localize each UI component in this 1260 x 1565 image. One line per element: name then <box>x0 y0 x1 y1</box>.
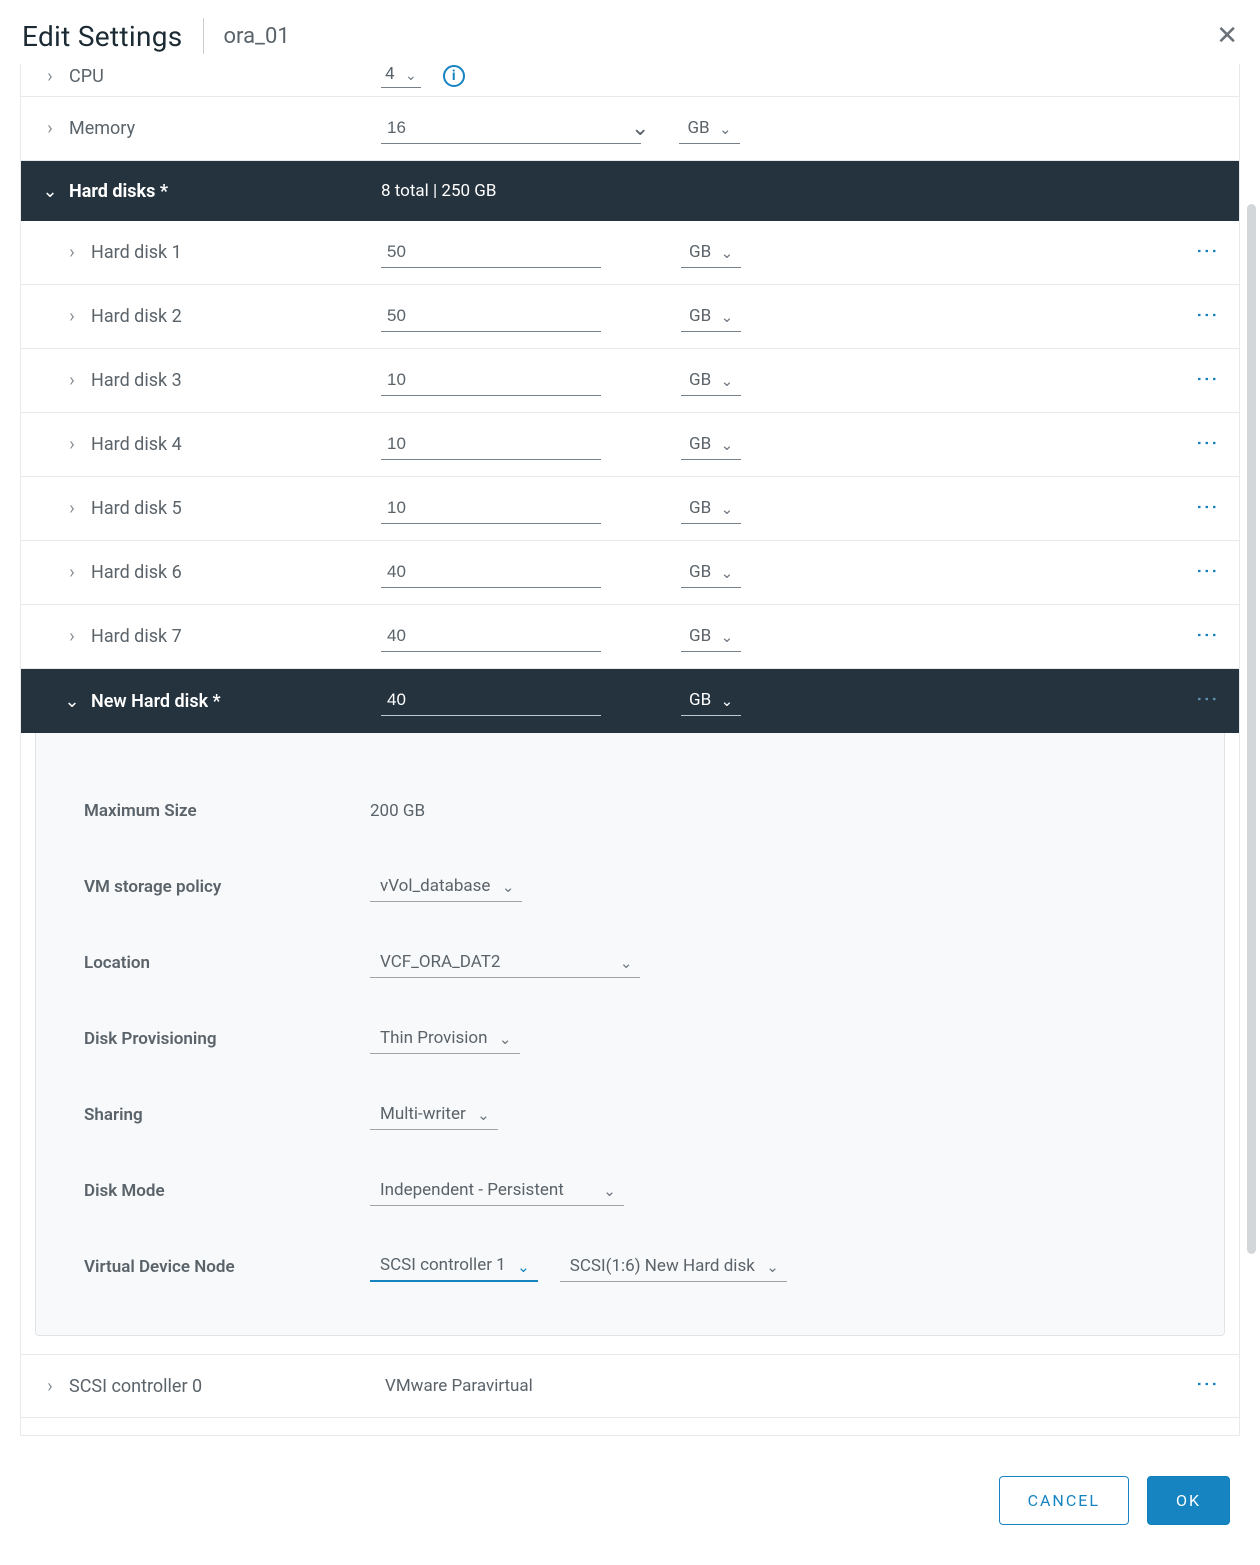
sharing-select[interactable]: Multi-writer <box>370 1101 498 1130</box>
max-size-label: Maximum Size <box>84 801 370 821</box>
chevron-right-icon[interactable]: › <box>63 242 81 263</box>
disk-label: Hard disk 7 <box>91 626 182 647</box>
disk-unit-select[interactable]: GB <box>681 238 741 268</box>
disk-size-input[interactable] <box>381 558 601 588</box>
kebab-icon[interactable]: ⋮ <box>1195 496 1217 518</box>
disk-label: Hard disk 3 <box>91 370 182 391</box>
disk-size-input[interactable] <box>381 238 601 268</box>
edit-settings-dialog: Edit Settings ora_01 ✕ › CPU 4 ⌄ i <box>0 0 1260 1565</box>
provisioning-select[interactable]: Thin Provision <box>370 1025 520 1054</box>
disk-unit-select[interactable]: GB <box>681 622 741 652</box>
scsi-label: SCSI controller 0 <box>69 1376 202 1397</box>
memory-input[interactable] <box>381 114 641 144</box>
chevron-right-icon[interactable]: › <box>41 1376 59 1397</box>
hard-disk-row: ›Hard disk 1 GB⌄ ⋮ <box>21 221 1239 285</box>
cpu-label: CPU <box>69 66 104 87</box>
chevron-right-icon[interactable]: › <box>41 66 59 87</box>
vm-name: ora_01 <box>224 24 290 49</box>
scsi-value: VMware Paravirtual <box>381 1376 533 1396</box>
kebab-icon[interactable]: ⋮ <box>1195 240 1217 262</box>
new-hard-disk-row[interactable]: ⌄New Hard disk * GB⌄ ⋮ <box>21 669 1239 733</box>
chevron-down-icon: ⌄ <box>63 691 81 712</box>
hard-disks-section-header[interactable]: ⌄ Hard disks * 8 total | 250 GB <box>21 161 1239 221</box>
disk-label: Hard disk 5 <box>91 498 182 519</box>
disk-size-input[interactable] <box>381 494 601 524</box>
vdn-controller-select[interactable]: SCSI controller 1 <box>370 1252 538 1282</box>
vdn-label: Virtual Device Node <box>84 1257 370 1277</box>
storage-policy-label: VM storage policy <box>84 877 370 897</box>
disk-size-input[interactable] <box>381 302 601 332</box>
chevron-down-icon: ⌄ <box>405 68 417 84</box>
disk-size-input[interactable] <box>381 366 601 396</box>
chevron-right-icon[interactable]: › <box>63 370 81 391</box>
kebab-icon[interactable]: ⋮ <box>1195 304 1217 326</box>
disk-label: Hard disk 6 <box>91 562 182 583</box>
kebab-icon[interactable]: ⋮ <box>1195 560 1217 582</box>
storage-policy-select[interactable]: vVol_database <box>370 873 522 902</box>
settings-content: › CPU 4 ⌄ i › Memory <box>20 64 1240 1436</box>
hard-disk-row: ›Hard disk 6 GB⌄ ⋮ <box>21 541 1239 605</box>
hard-disk-row: ›Hard disk 3 GB⌄ ⋮ <box>21 349 1239 413</box>
scsi-controller-row: ›SCSI controller 1 VMware Paravirtual ⋮ <box>21 1418 1239 1436</box>
disk-size-input[interactable] <box>381 430 601 460</box>
hard-disks-summary: 8 total | 250 GB <box>381 181 496 201</box>
disk-label: Hard disk 4 <box>91 434 182 455</box>
new-disk-detail-panel: Maximum Size 200 GB VM storage policy vV… <box>35 733 1225 1336</box>
vdn-slot-select[interactable]: SCSI(1:6) New Hard disk <box>560 1253 787 1282</box>
disk-label: Hard disk 1 <box>91 242 182 263</box>
disk-mode-label: Disk Mode <box>84 1181 370 1201</box>
cancel-button[interactable]: CANCEL <box>999 1476 1129 1525</box>
chevron-right-icon[interactable]: › <box>63 434 81 455</box>
dialog-title: Edit Settings <box>22 20 183 53</box>
chevron-down-icon[interactable]: ⌄ <box>631 116 649 141</box>
hard-disk-row: ›Hard disk 2 GB⌄ ⋮ <box>21 285 1239 349</box>
kebab-icon[interactable]: ⋮ <box>1195 624 1217 646</box>
cpu-row: › CPU 4 ⌄ i <box>21 64 1239 97</box>
sharing-label: Sharing <box>84 1105 370 1125</box>
chevron-right-icon[interactable]: › <box>41 118 59 139</box>
dialog-footer: CANCEL OK <box>0 1436 1260 1565</box>
close-icon[interactable]: ✕ <box>1216 21 1238 51</box>
disk-unit-select[interactable]: GB <box>681 558 741 588</box>
disk-unit-select[interactable]: GB <box>681 302 741 332</box>
scrollbar[interactable] <box>1247 204 1256 1254</box>
hard-disk-row: ›Hard disk 5 GB⌄ ⋮ <box>21 477 1239 541</box>
location-select[interactable]: VCF_ORA_DAT2 <box>370 949 640 978</box>
kebab-icon[interactable]: ⋮ <box>1195 368 1217 390</box>
disk-unit-select[interactable]: GB <box>681 366 741 396</box>
chevron-right-icon[interactable]: › <box>63 626 81 647</box>
memory-unit-select[interactable]: GB <box>679 114 739 144</box>
memory-label: Memory <box>69 118 135 139</box>
new-disk-unit-select[interactable]: GB <box>681 686 741 716</box>
disk-label: Hard disk 2 <box>91 306 182 327</box>
chevron-right-icon[interactable]: › <box>63 306 81 327</box>
new-disk-size-input[interactable] <box>381 686 601 716</box>
chevron-down-icon: ⌄ <box>41 181 59 202</box>
max-size-value: 200 GB <box>370 801 425 821</box>
location-label: Location <box>84 953 370 973</box>
new-disk-label: New Hard disk * <box>91 691 221 712</box>
memory-row: › Memory ⌄ GB ⌄ <box>21 97 1239 161</box>
disk-size-input[interactable] <box>381 622 601 652</box>
hard-disk-row: ›Hard disk 4 GB⌄ ⋮ <box>21 413 1239 477</box>
hard-disk-row: ›Hard disk 7 GB⌄ ⋮ <box>21 605 1239 669</box>
disk-unit-select[interactable]: GB <box>681 494 741 524</box>
provisioning-label: Disk Provisioning <box>84 1029 370 1049</box>
dialog-header: Edit Settings ora_01 ✕ <box>0 0 1260 64</box>
chevron-right-icon[interactable]: › <box>63 562 81 583</box>
ok-button[interactable]: OK <box>1147 1476 1230 1525</box>
title-separator <box>203 18 204 54</box>
hard-disks-label: Hard disks * <box>69 181 168 202</box>
kebab-icon[interactable]: ⋮ <box>1195 1373 1217 1395</box>
info-icon[interactable]: i <box>443 65 465 87</box>
disk-unit-select[interactable]: GB <box>681 430 741 460</box>
chevron-right-icon[interactable]: › <box>63 498 81 519</box>
kebab-icon[interactable]: ⋮ <box>1195 432 1217 454</box>
scsi-controller-row: › SCSI controller 0 VMware Paravirtual ⋮ <box>21 1354 1239 1418</box>
disk-mode-select[interactable]: Independent - Persistent <box>370 1177 624 1206</box>
kebab-icon[interactable]: ⋮ <box>1195 688 1217 710</box>
